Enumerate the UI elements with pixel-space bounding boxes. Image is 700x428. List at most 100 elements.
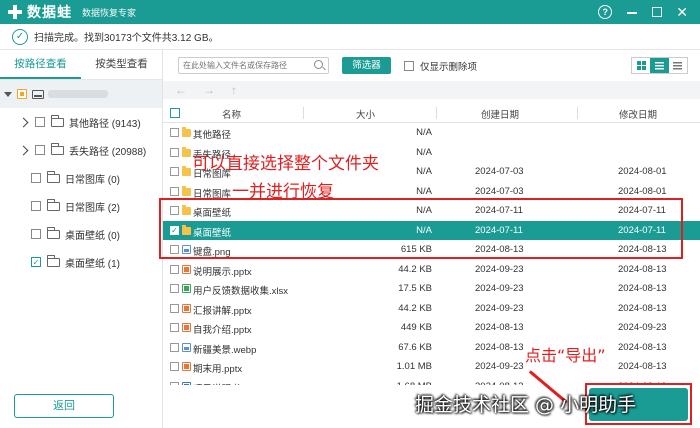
xlsx-file-icon bbox=[182, 284, 191, 293]
tree-item-label: 其他路径 (9143) bbox=[69, 118, 141, 130]
watermark: 掘金技术社区 @ 小明助手 bbox=[415, 394, 637, 416]
tree-checkbox-checked[interactable]: ✓ bbox=[31, 257, 41, 267]
navigation-bar: ← → ↑ bbox=[163, 81, 700, 99]
tree-checkbox[interactable] bbox=[35, 117, 45, 127]
table-row[interactable]: 期末用.pptx 1.01 MB 2024-09-23 2024-08-13 bbox=[163, 357, 700, 377]
row-checkbox[interactable] bbox=[170, 147, 179, 157]
close-icon[interactable]: ✕ bbox=[676, 4, 688, 21]
folder-icon bbox=[47, 254, 60, 267]
drive-label-redacted bbox=[48, 90, 108, 98]
view-detail-button[interactable] bbox=[669, 58, 687, 73]
scan-status-bar: ✓ 扫描完成。找到30173个文件共3.12 GB。 bbox=[0, 24, 700, 50]
file-size: N/A bbox=[416, 166, 432, 177]
view-tabs: 按路径查看 按类型查看 bbox=[0, 50, 162, 80]
up-arrow-icon[interactable]: ↑ bbox=[231, 83, 237, 97]
chevron-right-icon[interactable] bbox=[18, 145, 29, 155]
tree-item-lost-paths[interactable]: 丢失路径 (20988) bbox=[18, 136, 146, 164]
row-checkbox[interactable] bbox=[170, 342, 179, 352]
search-input[interactable] bbox=[178, 57, 329, 74]
tree-item-daily-gallery-2[interactable]: 日常图库 (2) bbox=[31, 192, 120, 220]
view-list-button[interactable] bbox=[650, 58, 669, 73]
column-header-size[interactable]: 大小 bbox=[356, 107, 375, 121]
caret-down-icon[interactable] bbox=[4, 91, 12, 97]
row-checkbox[interactable] bbox=[170, 323, 179, 332]
file-name: 说明展示.pptx bbox=[193, 266, 252, 278]
tab-by-path[interactable]: 按路径查看 bbox=[0, 50, 81, 79]
window-controls: ? ✕ bbox=[598, 4, 688, 21]
file-name: 自我介绍.pptx bbox=[193, 325, 252, 336]
back-arrow-icon[interactable]: ← bbox=[175, 83, 187, 97]
modified-date: 2024-08-01 bbox=[618, 166, 667, 177]
select-all-checkbox[interactable] bbox=[170, 108, 180, 118]
tab-by-type[interactable]: 按类型查看 bbox=[81, 50, 162, 79]
row-checkbox[interactable] bbox=[170, 362, 179, 371]
view-grid-button[interactable] bbox=[632, 58, 650, 73]
row-checkbox[interactable] bbox=[170, 167, 179, 176]
row-checkbox[interactable] bbox=[170, 264, 179, 274]
row-checkbox[interactable] bbox=[170, 186, 179, 196]
root-checkbox[interactable] bbox=[17, 89, 27, 99]
search-icon[interactable] bbox=[314, 60, 323, 69]
app-subtitle: 数据恢复专家 bbox=[82, 7, 137, 18]
row-checkbox[interactable] bbox=[170, 381, 179, 385]
column-header-created[interactable]: 创建日期 bbox=[481, 107, 519, 121]
created-date: 2024-09-23 bbox=[475, 283, 524, 294]
tree-item-label: 桌面壁纸 (1) bbox=[65, 258, 120, 270]
folder-icon bbox=[182, 127, 191, 137]
view-mode-switch bbox=[631, 57, 688, 74]
folder-icon bbox=[51, 142, 64, 155]
tree-checkbox[interactable] bbox=[31, 229, 41, 239]
tree-checkbox[interactable] bbox=[35, 145, 45, 155]
created-date: 2024-08-13 bbox=[475, 381, 524, 386]
tree-item-daily-gallery-0[interactable]: 日常图库 (0) bbox=[31, 164, 120, 192]
modified-date: 2024-08-13 bbox=[618, 302, 667, 314]
file-size: N/A bbox=[416, 185, 432, 197]
docx-file-icon bbox=[182, 381, 191, 385]
file-name: 汇报讲解.pptx bbox=[193, 305, 252, 317]
folder-icon bbox=[182, 166, 191, 176]
filter-button[interactable]: 筛选器 bbox=[342, 57, 391, 74]
tree-item-label: 桌面壁纸 (0) bbox=[65, 230, 120, 242]
created-date: 2024-09-23 bbox=[475, 302, 524, 314]
table-row[interactable]: 其他路径 N/A bbox=[163, 123, 700, 143]
table-row[interactable]: 自我介绍.pptx 449 KB 2024-08-13 2024-09-23 bbox=[163, 318, 700, 338]
modified-date: 2024-08-13 bbox=[618, 283, 667, 294]
table-row[interactable]: 用户反馈数据收集.xlsx 17.5 KB 2024-09-23 2024-08-13 bbox=[163, 279, 700, 299]
only-deleted-toggle[interactable]: 仅显示删除项 bbox=[404, 59, 477, 73]
row-checkbox[interactable] bbox=[170, 128, 179, 137]
only-deleted-label: 仅显示删除项 bbox=[420, 62, 478, 73]
table-row[interactable]: 说明展示.pptx 44.2 KB 2024-09-23 2024-08-13 bbox=[163, 260, 700, 280]
pptx-file-icon bbox=[182, 323, 191, 332]
maximize-icon[interactable] bbox=[652, 7, 663, 17]
file-size: 44.2 KB bbox=[398, 263, 432, 275]
folder-tree bbox=[0, 80, 162, 108]
left-panel: 按路径查看 按类型查看 其他路径 (9143) 丢失路径 (20988) 日常图… bbox=[0, 50, 163, 428]
img-file-icon bbox=[182, 342, 191, 352]
only-deleted-checkbox[interactable] bbox=[404, 61, 414, 71]
forward-arrow-icon[interactable]: → bbox=[203, 83, 215, 97]
logo-icon bbox=[8, 5, 22, 19]
file-name: 项目说明书.docx bbox=[193, 381, 263, 386]
column-header-modified[interactable]: 修改日期 bbox=[619, 107, 657, 121]
tree-item-other-paths[interactable]: 其他路径 (9143) bbox=[18, 108, 141, 136]
folder-icon bbox=[51, 114, 64, 127]
chevron-right-icon[interactable] bbox=[18, 117, 29, 127]
table-row[interactable]: 新疆美景.webp 67.6 KB 2024-08-13 2024-08-13 bbox=[163, 338, 700, 358]
tree-item-wallpaper-0[interactable]: 桌面壁纸 (0) bbox=[31, 220, 120, 248]
minimize-icon[interactable] bbox=[626, 6, 638, 18]
row-checkbox[interactable] bbox=[170, 303, 179, 313]
tree-checkbox[interactable] bbox=[31, 173, 41, 183]
tree-root-drive[interactable] bbox=[0, 80, 162, 108]
tree-item-wallpaper-1[interactable]: ✓ 桌面壁纸 (1) bbox=[31, 248, 120, 276]
help-icon[interactable]: ? bbox=[598, 5, 613, 19]
tree-item-label: 日常图库 (2) bbox=[65, 202, 120, 214]
back-button[interactable]: 返回 bbox=[14, 394, 114, 418]
column-header-name[interactable]: 名称 bbox=[222, 107, 241, 121]
file-size: 1.01 MB bbox=[396, 361, 432, 372]
file-size: 449 KB bbox=[400, 322, 432, 333]
row-checkbox[interactable] bbox=[170, 284, 179, 293]
file-size: 17.5 KB bbox=[398, 283, 432, 294]
table-row[interactable]: 汇报讲解.pptx 44.2 KB 2024-09-23 2024-08-13 bbox=[163, 299, 700, 319]
file-size: N/A bbox=[416, 146, 432, 158]
tree-checkbox[interactable] bbox=[31, 201, 41, 211]
